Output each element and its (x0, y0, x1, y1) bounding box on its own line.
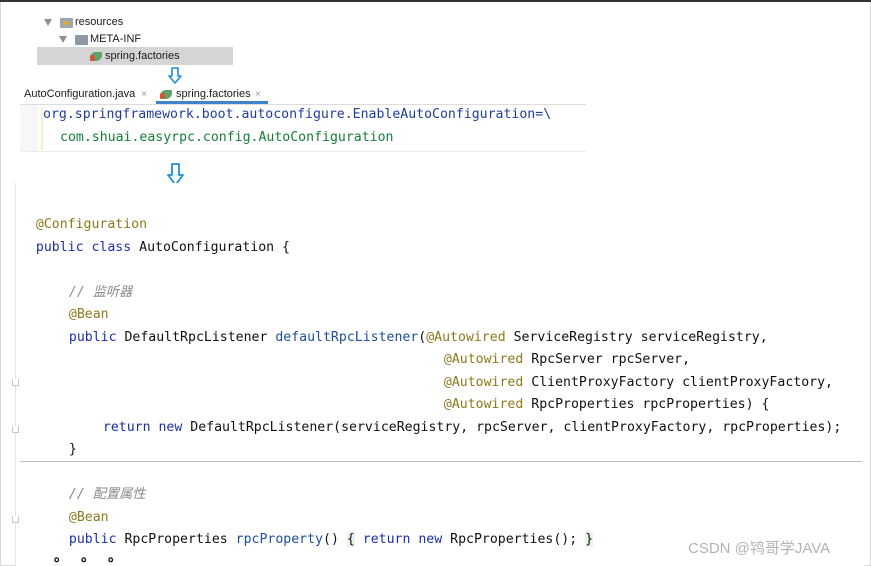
fold-marker-icon[interactable] (12, 379, 19, 386)
return-type: RpcProperties (124, 532, 228, 547)
keyword-return: return (102, 420, 151, 435)
parens: () (323, 532, 339, 547)
code-line-class-declaration: public class AutoConfiguration { (20, 215, 290, 255)
keyword-return: return (362, 532, 411, 547)
keyword-public: public (68, 330, 117, 345)
property-value-line: com.shuai.easyrpc.config.AutoConfigurati… (60, 130, 394, 145)
tree-item-label: META-INF (90, 33, 142, 45)
resources-folder-icon (60, 18, 73, 28)
keyword-public-class: public class (35, 240, 132, 255)
spring-leaf-icon (160, 90, 172, 99)
down-arrow-icon (168, 67, 182, 84)
fold-marker-icon[interactable] (12, 426, 19, 433)
keyword-new: new (158, 420, 183, 435)
ellipsis-text: 。。。 (54, 548, 142, 564)
tab-spring-factories[interactable]: spring.factories × (156, 85, 268, 104)
tab-autoconfiguration-java[interactable]: AutoConfiguration.java × (24, 85, 152, 104)
editor-tab-bar: AutoConfiguration.java × spring.factories… (20, 85, 586, 105)
return-expression: RpcProperties(); (450, 532, 578, 547)
property-key-line: org.springframework.boot.autoconfigure.E… (43, 107, 552, 122)
code-line-param: @Autowired RpcProperties rpcProperties) … (428, 372, 770, 412)
open-brace: { (346, 532, 355, 547)
close-icon[interactable]: × (255, 85, 261, 104)
return-expression: DefaultRpcListener(serviceRegistry, rpcS… (190, 420, 842, 435)
watermark: CSDN @鸨哥学JAVA (688, 540, 831, 557)
class-name: AutoConfiguration { (139, 240, 290, 255)
return-type: DefaultRpcListener (124, 330, 268, 345)
code-line-annotation: @Configuration (20, 192, 147, 232)
code-line-method-rpcproperty: public RpcProperties rpcProperty() { ret… (53, 507, 594, 547)
tab-label: spring.factories (176, 88, 251, 100)
folder-icon (75, 35, 88, 45)
tree-item-label: resources (75, 16, 124, 28)
keyword-new: new (418, 532, 443, 547)
tree-item-label: spring.factories (105, 50, 180, 62)
close-brace: } (585, 532, 594, 547)
code-line-bean: @Bean (53, 485, 109, 525)
code-line-close-brace: } (53, 417, 77, 457)
spring-factories-editor[interactable]: org.springframework.boot.autoconfigure.E… (20, 105, 586, 152)
keyword-public: public (68, 532, 117, 547)
top-edge (0, 0, 871, 2)
fold-marker-icon[interactable] (12, 516, 19, 523)
tab-label: AutoConfiguration.java (24, 88, 136, 100)
method-name: defaultRpcListener (275, 330, 419, 345)
expand-triangle-icon[interactable] (44, 19, 52, 26)
method-name: rpcProperty (235, 532, 323, 547)
code-line-comment-props: // 配置属性 (53, 462, 146, 502)
code-line-param: @Autowired RpcServer rpcServer, (428, 327, 690, 367)
code-line-return: return new DefaultRpcListener(serviceReg… (87, 395, 841, 435)
expand-triangle-icon[interactable] (59, 36, 67, 43)
code-line-method-signature: public DefaultRpcListener defaultRpcList… (53, 305, 768, 345)
method-separator (20, 461, 862, 462)
editor-gutter (20, 105, 38, 151)
code-line-comment-listener: // 监听器 (53, 260, 132, 300)
close-icon[interactable]: × (141, 89, 147, 100)
code-line-param: @Autowired ClientProxyFactory clientProx… (428, 350, 833, 390)
close-brace: } (68, 442, 77, 457)
code-line-bean: @Bean (53, 282, 109, 322)
